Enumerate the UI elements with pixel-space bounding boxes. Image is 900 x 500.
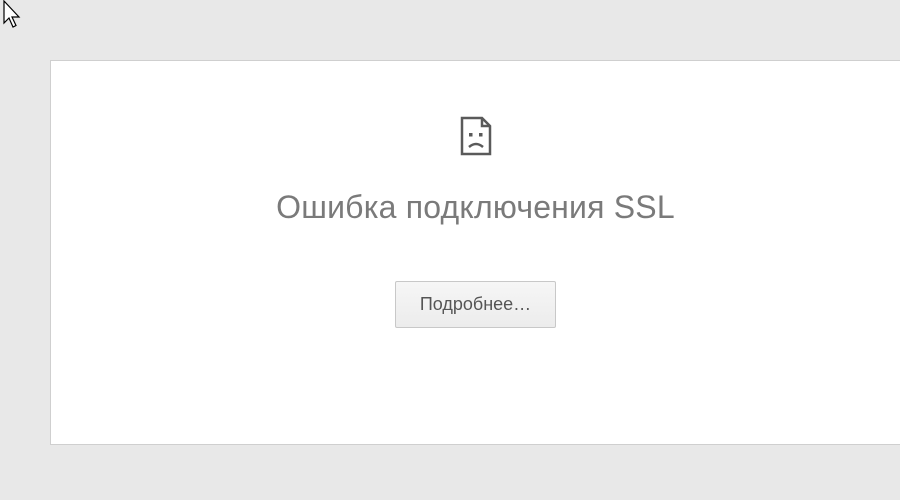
mouse-cursor	[2, 0, 24, 35]
sad-page-icon	[458, 116, 494, 161]
details-button[interactable]: Подробнее…	[395, 281, 556, 328]
error-panel: Ошибка подключения SSL Подробнее…	[50, 60, 900, 445]
error-title: Ошибка подключения SSL	[51, 189, 900, 226]
